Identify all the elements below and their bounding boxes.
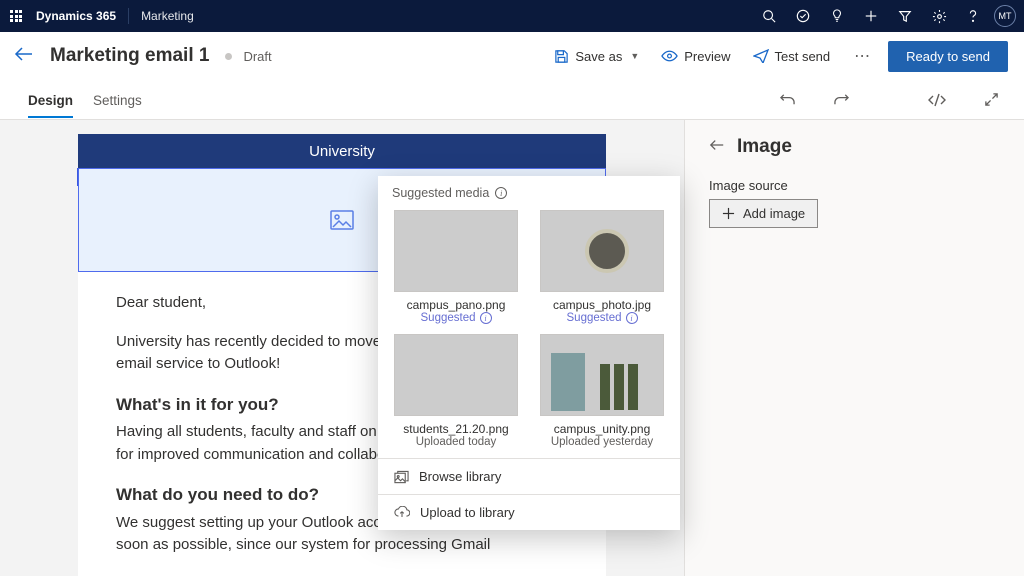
- send-icon: [753, 49, 769, 63]
- thumb-meta: Suggested: [567, 312, 622, 324]
- settings-icon[interactable]: [922, 0, 956, 32]
- task-icon[interactable]: [786, 0, 820, 32]
- suggested-media-popover: Suggested media i campus_pano.png Sugges…: [378, 176, 680, 530]
- help-icon[interactable]: [956, 0, 990, 32]
- page-title: Marketing email 1: [50, 45, 209, 67]
- thumb-meta: Uploaded today: [416, 436, 497, 448]
- add-image-button[interactable]: Add image: [709, 199, 818, 228]
- search-icon[interactable]: [752, 0, 786, 32]
- thumb-meta: Uploaded yesterday: [551, 436, 653, 448]
- info-icon[interactable]: i: [480, 312, 492, 324]
- thumb-filename: campus_pano.png: [407, 298, 506, 312]
- save-as-label: Save as: [575, 49, 622, 64]
- thumb-filename: campus_photo.jpg: [553, 298, 651, 312]
- image-source-label: Image source: [709, 178, 1000, 193]
- save-icon: [554, 49, 569, 64]
- test-send-label: Test send: [775, 49, 831, 64]
- nav-divider: [128, 8, 129, 24]
- thumb-image[interactable]: [540, 210, 664, 292]
- preview-label: Preview: [684, 49, 730, 64]
- image-placeholder-icon: [330, 210, 354, 230]
- insights-icon[interactable]: [820, 0, 854, 32]
- more-actions-button[interactable]: ⋯: [846, 46, 878, 66]
- waffle-icon: [10, 10, 22, 22]
- media-thumb[interactable]: campus_photo.jpg Suggested i: [538, 210, 666, 324]
- save-as-button[interactable]: Save as ▼: [548, 45, 645, 68]
- thumb-image[interactable]: [394, 210, 518, 292]
- area-label[interactable]: Marketing: [133, 9, 194, 23]
- thumb-meta: Suggested: [421, 312, 476, 324]
- info-icon[interactable]: i: [626, 312, 638, 324]
- chevron-down-icon: ▼: [630, 51, 639, 61]
- panel-back-button[interactable]: [709, 138, 725, 157]
- thumb-filename: campus_unity.png: [554, 422, 651, 436]
- add-icon[interactable]: [854, 0, 888, 32]
- status-dot-icon: [225, 53, 232, 60]
- ready-to-send-button[interactable]: Ready to send: [888, 41, 1008, 72]
- tab-design[interactable]: Design: [28, 83, 73, 117]
- email-banner: University: [78, 134, 606, 168]
- global-nav: Dynamics 365 Marketing MT: [0, 0, 1024, 32]
- thumb-image[interactable]: [394, 334, 518, 416]
- upload-library-label: Upload to library: [420, 505, 515, 520]
- properties-panel: Image Image source Add image: [684, 120, 1024, 576]
- page-header: Marketing email 1 Draft Save as ▼ Previe…: [0, 32, 1024, 80]
- tab-settings[interactable]: Settings: [93, 83, 142, 117]
- workspace: University Image Dear student, Universit…: [0, 120, 1024, 576]
- upload-icon: [394, 506, 410, 519]
- brand-label[interactable]: Dynamics 365: [32, 9, 124, 23]
- media-thumb[interactable]: campus_pano.png Suggested i: [392, 210, 520, 324]
- popover-title: Suggested media: [392, 186, 489, 200]
- eye-icon: [661, 50, 678, 62]
- upload-library-button[interactable]: Upload to library: [378, 494, 680, 530]
- panel-title: Image: [737, 136, 792, 158]
- thumb-image[interactable]: [540, 334, 664, 416]
- media-thumb[interactable]: campus_unity.png Uploaded yesterday: [538, 334, 666, 448]
- user-avatar[interactable]: MT: [994, 5, 1016, 27]
- add-image-label: Add image: [743, 206, 805, 221]
- filter-icon[interactable]: [888, 0, 922, 32]
- redo-button[interactable]: [824, 83, 858, 117]
- tabs-bar: Design Settings: [0, 80, 1024, 120]
- thumb-filename: students_21.20.png: [403, 422, 508, 436]
- undo-button[interactable]: [770, 83, 804, 117]
- info-icon[interactable]: i: [495, 187, 507, 199]
- code-view-button[interactable]: [920, 83, 954, 117]
- test-send-button[interactable]: Test send: [747, 45, 837, 68]
- media-thumb[interactable]: students_21.20.png Uploaded today: [392, 334, 520, 448]
- status-label: Draft: [243, 49, 271, 64]
- browse-library-button[interactable]: Browse library: [378, 458, 680, 494]
- browse-library-label: Browse library: [419, 469, 501, 484]
- app-launcher[interactable]: [0, 0, 32, 32]
- preview-button[interactable]: Preview: [655, 45, 736, 68]
- library-icon: [394, 470, 409, 484]
- plus-icon: [722, 207, 735, 220]
- fullscreen-button[interactable]: [974, 83, 1008, 117]
- back-button[interactable]: [14, 46, 40, 67]
